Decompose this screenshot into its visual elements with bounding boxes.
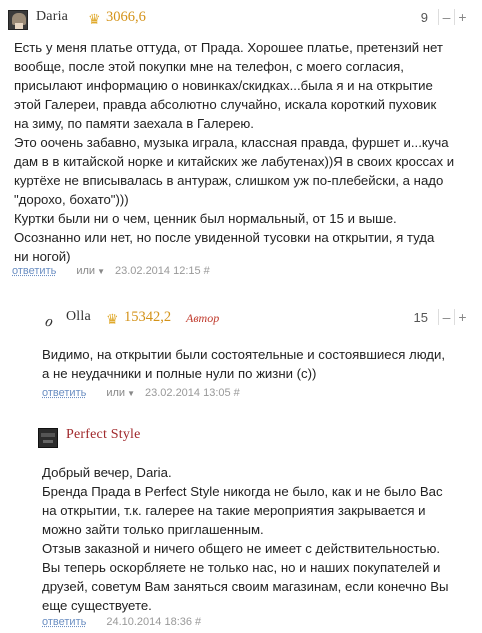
comment-line: вообще, после этой покупки мне на телефо…	[14, 59, 404, 74]
author-name[interactable]: Perfect Style	[66, 427, 141, 443]
more-actions-link[interactable]: или	[76, 265, 95, 277]
comment-date[interactable]: 23.02.2014 13:05 #	[145, 387, 240, 399]
vote-controls: 9 – +	[421, 8, 470, 26]
comment-body: Видимо, на открытии были состоятельные и…	[42, 345, 445, 383]
avatar[interactable]: ℴ	[38, 310, 58, 330]
comment-header: Daria ♛ 3066,6 9 – +	[8, 0, 476, 30]
comment-footer: ответить 24.10.2014 18:36 #	[42, 616, 201, 628]
reply-link[interactable]: ответить	[42, 387, 86, 399]
comment-line: на открытии, т.к. галерее на такие мероп…	[42, 503, 426, 518]
vote-controls: 15 – +	[414, 308, 470, 326]
user-rating: 15342,2	[124, 309, 172, 325]
comment-line: Отзыв заказной и ничего общего не имеет …	[42, 541, 440, 556]
comment-line: а не неудачники и полные нули по жизни (…	[42, 366, 317, 381]
comment-olla: ℴ Olla ♛ 15342,2 Автор 15 – + Видимо, на…	[38, 300, 476, 416]
comment-body: Есть у меня платье оттуда, от Прада. Хор…	[14, 38, 454, 266]
reply-link[interactable]: ответить	[12, 265, 56, 277]
comment-line: на зиму, по памяти заехала в Галерею.	[14, 116, 254, 131]
comment-body: Добрый вечер, Daria. Бренда Прада в Perf…	[42, 463, 449, 615]
reply-link[interactable]: ответить	[42, 616, 86, 628]
comment-line: дам в в китайской норке и китайских же л…	[14, 154, 455, 169]
comment-line: Бренда Прада в Perfect Style никогда не …	[42, 484, 443, 499]
comment-line: друзей, советум Вам заняться своим магаз…	[42, 579, 449, 594]
vote-up-button[interactable]: +	[454, 9, 470, 25]
crown-icon: ♛	[88, 11, 101, 27]
comment-line: Есть у меня платье оттуда, от Прада. Хор…	[14, 40, 443, 55]
comment-line: этой Галереи, правда абсолютно случайно,…	[14, 97, 437, 112]
triangle-down-icon[interactable]: ▼	[97, 267, 105, 276]
comment-line: Это оочень забавно, музыка играла, класс…	[14, 135, 449, 150]
more-actions-link[interactable]: или	[106, 387, 125, 399]
comment-line: Куртки были ни о чем, ценник был нормаль…	[14, 211, 397, 226]
comment-perfect-style: Perfect Style Добрый вечер, Daria. Бренд…	[38, 418, 476, 633]
comment-line: можно зайти только приглашенным.	[42, 522, 264, 537]
comment-line: Добрый вечер, Daria.	[42, 465, 172, 480]
comment-line: Вы теперь оскорбляете не только нас, но …	[42, 560, 441, 575]
vote-down-button[interactable]: –	[438, 9, 454, 25]
triangle-down-icon[interactable]: ▼	[127, 389, 135, 398]
author-name[interactable]: Olla	[66, 309, 91, 325]
vote-down-button[interactable]: –	[438, 309, 454, 325]
avatar[interactable]	[38, 428, 58, 448]
comment-line: Видимо, на открытии были состоятельные и…	[42, 347, 446, 362]
vote-up-button[interactable]: +	[454, 309, 470, 325]
comment-line: присылают информацию о новинках/скидках.…	[14, 78, 433, 93]
comment-line: Осознанно или нет, но после увиденной ту…	[14, 230, 435, 245]
author-badge: Автор	[186, 311, 220, 325]
comment-line: куртёхе не вписывалась в антураж, слишко…	[14, 173, 444, 188]
avatar[interactable]	[8, 10, 28, 30]
user-rating: 3066,6	[106, 9, 146, 25]
comment-line: "дорохо, бохато")))	[14, 192, 129, 207]
comment-line: еще существуете.	[42, 598, 152, 613]
author-name[interactable]: Daria	[36, 9, 68, 25]
comment-line: ни ногой)	[14, 249, 71, 264]
comment-footer: ответить или ▼ 23.02.2014 13:05 #	[42, 387, 240, 399]
crown-icon: ♛	[106, 311, 119, 327]
comment-date[interactable]: 24.10.2014 18:36 #	[106, 616, 201, 628]
vote-score: 9	[420, 9, 428, 25]
comment-date[interactable]: 23.02.2014 12:15 #	[115, 265, 210, 277]
comment-header: Perfect Style	[38, 418, 476, 448]
comment-header: ℴ Olla ♛ 15342,2 Автор 15 – +	[38, 300, 476, 330]
comment-daria: Daria ♛ 3066,6 9 – + Есть у меня платье …	[8, 0, 476, 292]
comment-footer: ответить или ▼ 23.02.2014 12:15 #	[12, 265, 210, 277]
vote-score: 15	[413, 309, 428, 325]
